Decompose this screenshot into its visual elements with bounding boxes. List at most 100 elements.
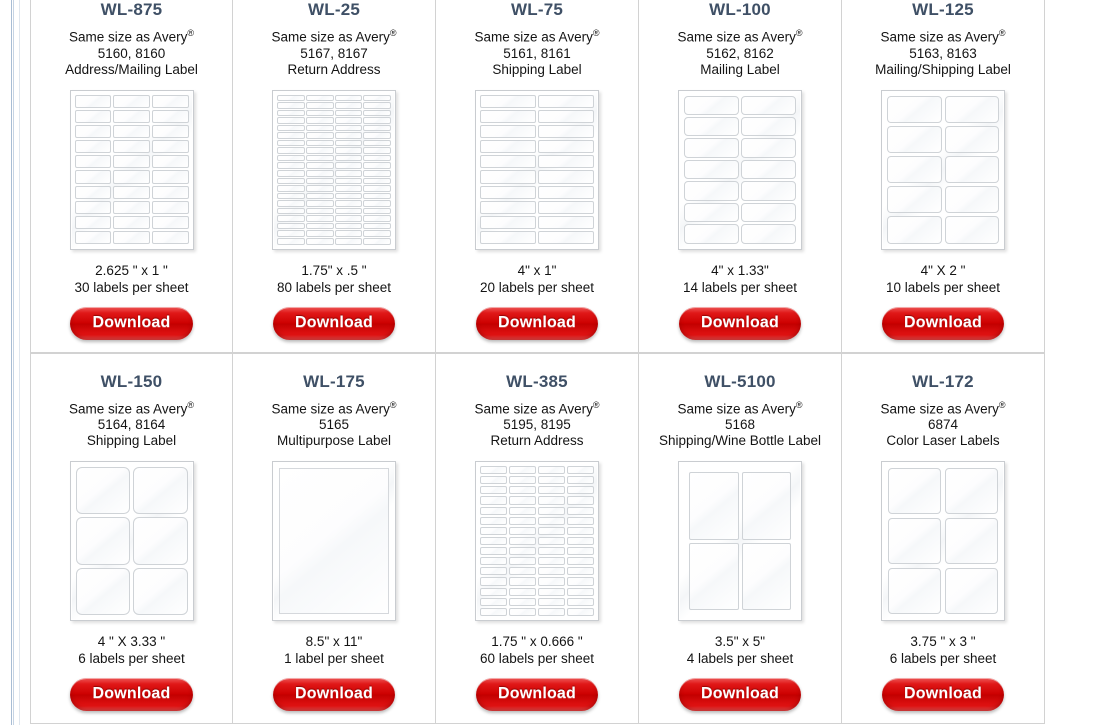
download-button[interactable]: Download bbox=[678, 306, 802, 340]
sheet-label bbox=[567, 607, 594, 616]
sheet-label bbox=[538, 216, 594, 230]
label-sheet-preview bbox=[272, 461, 396, 623]
product-equivalence: Same size as Avery® 5161, 8161 Shipping La… bbox=[475, 25, 600, 78]
download-button[interactable]: Download bbox=[272, 306, 396, 340]
sheet-label bbox=[277, 185, 305, 192]
sheet-label bbox=[684, 224, 739, 244]
sheet-label bbox=[363, 132, 391, 139]
download-button[interactable]: Download bbox=[475, 306, 599, 340]
sheet-label bbox=[305, 177, 334, 185]
sheet-label bbox=[684, 138, 739, 158]
sheet-label bbox=[334, 94, 363, 102]
sheet-label bbox=[113, 185, 150, 199]
product-dimensions-block: 2.625 " x 1 " 30 labels per sheet bbox=[74, 262, 188, 296]
sheet-label bbox=[480, 607, 507, 616]
sheet-label bbox=[277, 222, 305, 230]
sheet-label bbox=[509, 607, 536, 616]
sheet-label bbox=[113, 124, 150, 139]
download-button[interactable]: Download bbox=[678, 678, 802, 711]
sheet-label-layout bbox=[888, 468, 998, 614]
sheet-label bbox=[538, 476, 565, 485]
sheet-label bbox=[305, 147, 334, 154]
product-card: WL-150 Same size as Avery® 5164, 8164 Shipp… bbox=[30, 352, 233, 724]
sheet-label bbox=[944, 125, 999, 153]
product-sku: WL-385 bbox=[506, 371, 568, 391]
download-button[interactable]: Download bbox=[475, 678, 599, 711]
label-type: Shipping Label bbox=[86, 433, 177, 448]
sheet-label bbox=[305, 109, 334, 117]
sheet-label bbox=[277, 237, 305, 245]
same-size-as-text: Same size as Avery bbox=[69, 29, 188, 45]
sheet-label bbox=[509, 577, 536, 586]
sheet-label bbox=[567, 516, 594, 525]
sheet-label bbox=[509, 557, 536, 566]
label-type: Shipping Label bbox=[492, 61, 582, 77]
sheet-label bbox=[538, 526, 565, 535]
sheet-label bbox=[334, 185, 363, 192]
sheet-label bbox=[277, 94, 305, 102]
sheet-label bbox=[113, 94, 150, 108]
sheet-label bbox=[741, 95, 796, 115]
label-type: Return Address bbox=[490, 433, 584, 448]
label-type: Color Laser Labels bbox=[886, 433, 1000, 448]
download-button[interactable]: Download bbox=[70, 306, 193, 340]
product-dimensions-block: 4" X 2 " 10 labels per sheet bbox=[886, 262, 1000, 296]
sheet-label bbox=[538, 94, 594, 108]
sheet-label bbox=[538, 155, 594, 169]
download-button[interactable]: Download bbox=[881, 306, 1005, 340]
label-sheet-preview bbox=[881, 461, 1005, 623]
sheet-label bbox=[74, 216, 112, 230]
sheet-label bbox=[538, 587, 565, 596]
product-equivalence: Same size as Avery® 6874 Color Laser Label… bbox=[881, 397, 1006, 450]
sheet-label bbox=[277, 154, 305, 162]
download-button[interactable]: Download bbox=[70, 678, 193, 711]
sheet-label bbox=[277, 147, 305, 154]
sheet-label bbox=[277, 192, 305, 200]
sheet-label bbox=[305, 185, 334, 192]
label-sheet-preview bbox=[69, 89, 194, 252]
sheet-label bbox=[538, 567, 565, 576]
sheet-label bbox=[363, 162, 391, 169]
avery-numbers: 5168 bbox=[724, 417, 756, 432]
sheet-label bbox=[741, 542, 791, 610]
sheet-label bbox=[888, 568, 941, 614]
sheet-label bbox=[538, 124, 594, 139]
product-card: WL-385 Same size as Avery® 5195, 8195 Retur… bbox=[436, 352, 639, 724]
sheet-label bbox=[480, 109, 536, 123]
sheet-label bbox=[567, 496, 594, 505]
sheet-label bbox=[363, 222, 391, 230]
label-sheet-preview bbox=[678, 89, 802, 252]
download-button[interactable]: Download bbox=[272, 678, 396, 711]
labels-per-sheet: 4 labels per sheet bbox=[686, 651, 794, 666]
sheet-label bbox=[509, 547, 536, 556]
page: WL-875 Same size as Avery® 5160, 8160 Addre… bbox=[0, 0, 1093, 725]
sheet-label bbox=[334, 109, 363, 117]
sheet-label bbox=[363, 102, 391, 109]
product-card: WL-875 Same size as Avery® 5160, 8160 Addre… bbox=[30, 0, 233, 353]
sheet-label bbox=[74, 170, 112, 184]
sheet-label bbox=[480, 155, 536, 169]
sheet-label bbox=[334, 230, 363, 237]
sheet-label bbox=[538, 486, 565, 495]
avery-numbers: 5163, 8163 bbox=[909, 45, 977, 61]
label-sheet-preview bbox=[475, 89, 599, 252]
sheet-label bbox=[538, 496, 565, 505]
product-sku: WL-25 bbox=[308, 0, 360, 19]
registered-trademark-icon: ® bbox=[998, 399, 1006, 410]
download-button[interactable]: Download bbox=[881, 678, 1005, 711]
sheet-label bbox=[538, 547, 565, 556]
labels-per-sheet: 20 labels per sheet bbox=[479, 279, 595, 295]
sheet-label bbox=[74, 155, 112, 169]
registered-trademark-icon: ® bbox=[187, 399, 194, 410]
sheet-label bbox=[74, 124, 112, 139]
label-type: Mailing/Shipping Label bbox=[875, 61, 1011, 77]
product-equivalence: Same size as Avery® 5160, 8160 Address/Mai… bbox=[65, 25, 198, 78]
sheet-label bbox=[305, 102, 334, 109]
label-sheet-preview bbox=[881, 89, 1005, 252]
product-sku: WL-150 bbox=[100, 371, 163, 391]
sheet-label-layout bbox=[277, 94, 391, 245]
sheet-label bbox=[538, 170, 594, 184]
sheet-label bbox=[538, 140, 594, 154]
sheet-label bbox=[277, 215, 305, 222]
labels-per-sheet: 10 labels per sheet bbox=[885, 279, 1001, 295]
